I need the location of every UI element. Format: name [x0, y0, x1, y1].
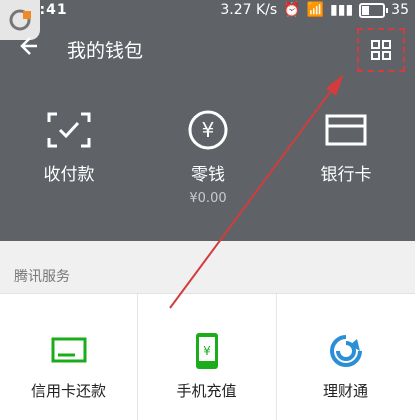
phone-recharge-icon: ¥ — [138, 324, 275, 378]
change-label: 零钱 — [191, 165, 225, 185]
yen-circle-icon: ¥ — [139, 110, 277, 150]
back-arrow-icon[interactable] — [18, 36, 38, 60]
svg-text:¥: ¥ — [202, 118, 215, 142]
receive-payment-action[interactable]: 收付款 — [0, 110, 138, 185]
section-title: 腾讯服务 — [14, 269, 70, 285]
credit-card-repay-icon — [0, 324, 137, 378]
network-speed: 3.27 K/s — [220, 2, 278, 18]
grid-icon — [371, 40, 391, 60]
wifi-icon: 📶 — [306, 2, 325, 18]
status-bar: 18:41 3.27 K/s ⏰ 📶 ▮▮▮ 35 — [0, 0, 415, 24]
signal-icon: ▮▮▮ — [330, 2, 354, 18]
header: 我的钱包 — [0, 24, 415, 74]
wallet-actions: 收付款 ¥ 零钱 ¥0.00 银行卡 — [0, 110, 415, 220]
change-balance-value: ¥0.00 — [189, 191, 227, 206]
battery-percent: 35 — [391, 2, 409, 18]
svg-text:¥: ¥ — [203, 344, 211, 358]
bank-card-action[interactable]: 银行卡 — [277, 110, 415, 185]
wealth-icon — [277, 324, 414, 378]
services-grid: 信用卡还款 ¥ 手机充值 理财通 — [0, 293, 415, 420]
phone-recharge-label: 手机充值 — [176, 382, 237, 400]
bank-card-icon — [277, 110, 415, 150]
apps-grid-button[interactable] — [357, 28, 405, 72]
phone-recharge-item[interactable]: ¥ 手机充值 — [138, 294, 275, 420]
wealth-label: 理财通 — [322, 382, 368, 400]
alarm-icon: ⏰ — [283, 2, 301, 18]
change-balance-action[interactable]: ¥ 零钱 ¥0.00 — [139, 110, 277, 206]
qr-scan-icon — [0, 110, 138, 150]
battery-icon — [359, 2, 389, 18]
status-right: 3.27 K/s ⏰ 📶 ▮▮▮ 35 — [220, 2, 409, 18]
credit-card-repay-item[interactable]: 信用卡还款 — [0, 294, 137, 420]
bank-card-label: 银行卡 — [320, 165, 372, 185]
page-title: 我的钱包 — [67, 40, 144, 62]
receive-payment-label: 收付款 — [43, 165, 95, 185]
credit-card-repay-label: 信用卡还款 — [30, 382, 106, 400]
battery-fill — [362, 5, 370, 15]
wealth-item[interactable]: 理财通 — [277, 294, 414, 420]
